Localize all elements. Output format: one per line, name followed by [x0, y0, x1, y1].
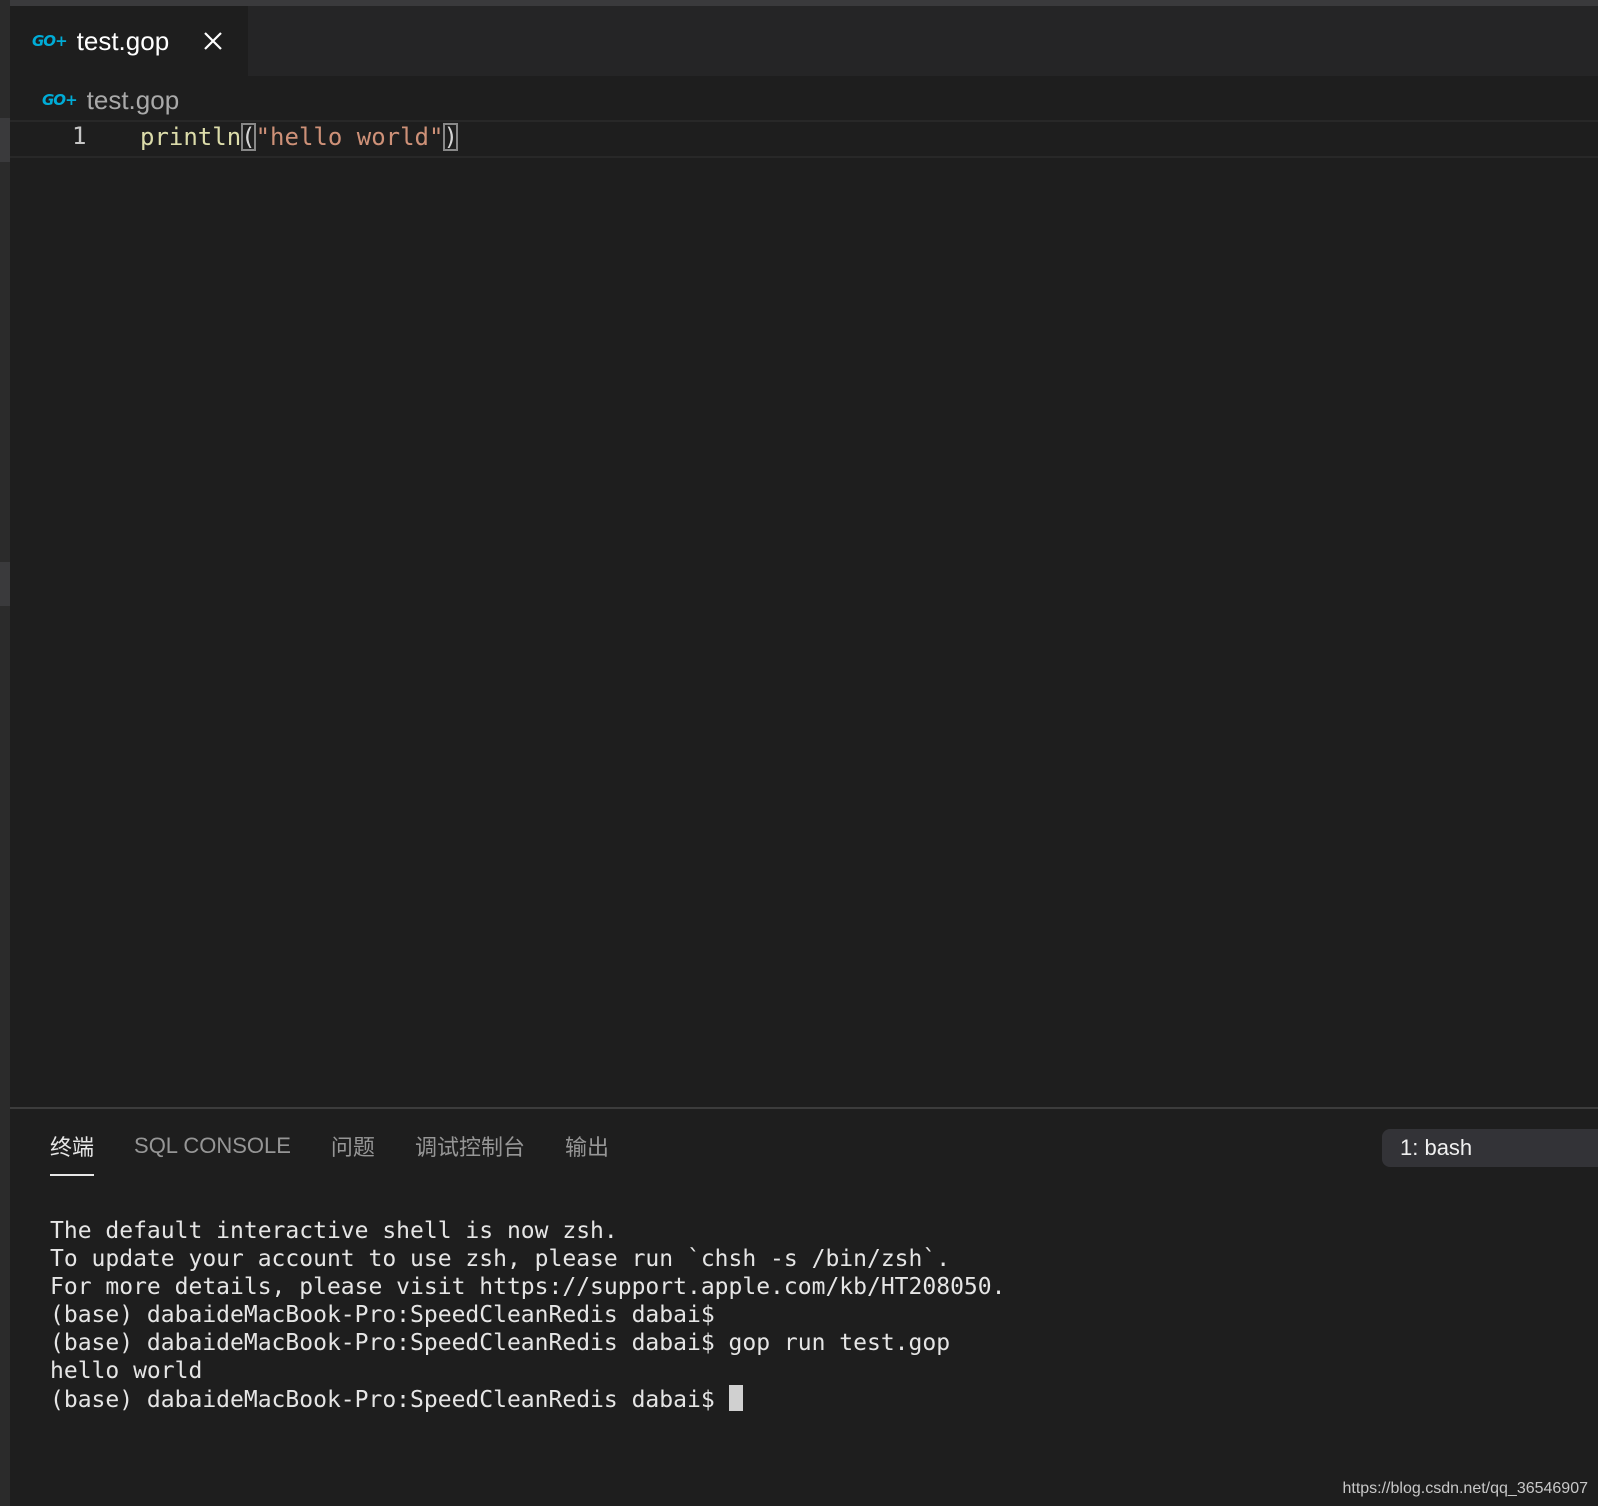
- left-edge-marker: [0, 562, 10, 606]
- code-editor[interactable]: 1 println("hello world"): [10, 118, 1598, 1108]
- breadcrumb-file-label: test.gop: [86, 84, 180, 115]
- token-paren-open: (: [241, 123, 256, 151]
- line-number: 1: [72, 122, 87, 150]
- tab-problems[interactable]: 问题: [331, 1130, 375, 1168]
- panel-tabs: 终端 SQL CONSOLE 问题 调试控制台 输出: [50, 1127, 649, 1176]
- watermark: https://blog.csdn.net/qq_36546907: [1342, 1480, 1588, 1497]
- token-string: "hello world": [255, 123, 444, 151]
- code-line[interactable]: println("hello world"): [140, 120, 458, 154]
- token-function: println: [140, 123, 242, 151]
- terminal-line: The default interactive shell is now zsh…: [50, 1218, 618, 1244]
- terminal-line: For more details, please visit https://s…: [50, 1274, 1006, 1300]
- tab-test-gop[interactable]: GO+ test.gop: [10, 6, 248, 76]
- terminal-prompt-line: (base) dabaideMacBook-Pro:SpeedCleanRedi…: [50, 1385, 1005, 1414]
- editor-tab-bar: GO+ test.gop: [10, 6, 1598, 76]
- terminal-prompt: (base) dabaideMacBook-Pro:SpeedCleanRedi…: [50, 1387, 729, 1413]
- terminal-line: hello world: [50, 1358, 203, 1384]
- terminal-line: To update your account to use zsh, pleas…: [50, 1246, 951, 1272]
- tab-debug-console[interactable]: 调试控制台: [415, 1130, 525, 1168]
- bottom-panel: 终端 SQL CONSOLE 问题 调试控制台 输出 1: bash The d…: [10, 1107, 1598, 1506]
- tab-label: test.gop: [76, 25, 170, 56]
- tab-sql-console[interactable]: SQL CONSOLE: [134, 1133, 291, 1165]
- terminal-cursor: [728, 1385, 743, 1411]
- terminal-selector[interactable]: 1: bash: [1382, 1129, 1598, 1167]
- activity-bar-edge: [0, 0, 10, 1506]
- tab-output[interactable]: 输出: [565, 1130, 609, 1168]
- token-paren-close: ): [443, 123, 458, 151]
- close-icon[interactable]: [200, 28, 226, 54]
- terminal-line: (base) dabaideMacBook-Pro:SpeedCleanRedi…: [50, 1330, 951, 1356]
- vscode-window: GO+ test.gop GO+ test.gop 1 println("hel…: [0, 0, 1598, 1506]
- left-edge-marker: [0, 118, 10, 162]
- go-plus-icon: GO+: [32, 32, 68, 50]
- tab-terminal[interactable]: 终端: [50, 1130, 95, 1176]
- go-plus-icon: GO+: [42, 91, 78, 109]
- terminal-line: (base) dabaideMacBook-Pro:SpeedCleanRedi…: [50, 1302, 715, 1328]
- terminal-output[interactable]: The default interactive shell is now zsh…: [50, 1217, 1005, 1414]
- breadcrumb[interactable]: GO+ test.gop: [42, 80, 179, 120]
